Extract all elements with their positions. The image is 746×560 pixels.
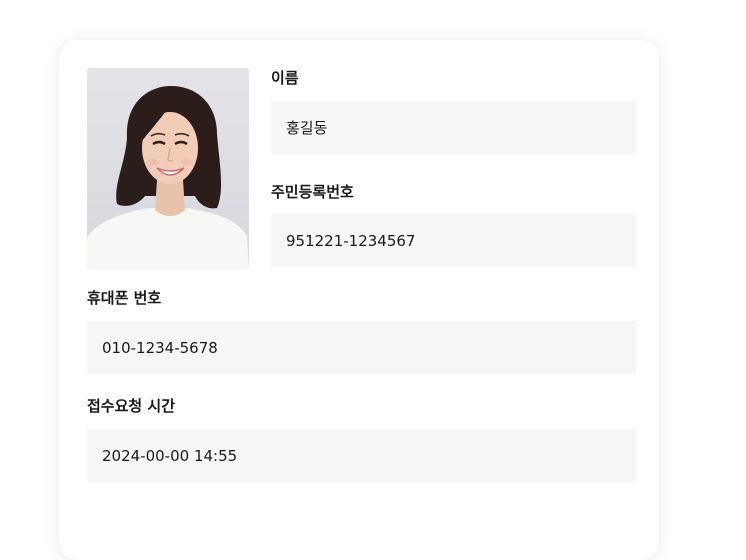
profile-photo <box>87 68 249 270</box>
phone-field[interactable]: 010-1234-5678 <box>87 321 636 374</box>
resident-number-label: 주민등록번호 <box>271 183 354 201</box>
name-label: 이름 <box>271 69 299 87</box>
request-time-field[interactable]: 2024-00-00 14:55 <box>87 429 636 482</box>
request-time-label: 접수요청 시간 <box>87 397 176 415</box>
phone-label: 휴대폰 번호 <box>87 289 162 307</box>
name-field[interactable]: 홍길동 <box>271 101 636 154</box>
profile-card: 이름 홍길동 주민등록번호 951221-1234567 휴대폰 번호 010-… <box>59 40 659 560</box>
resident-number-field[interactable]: 951221-1234567 <box>271 214 636 267</box>
